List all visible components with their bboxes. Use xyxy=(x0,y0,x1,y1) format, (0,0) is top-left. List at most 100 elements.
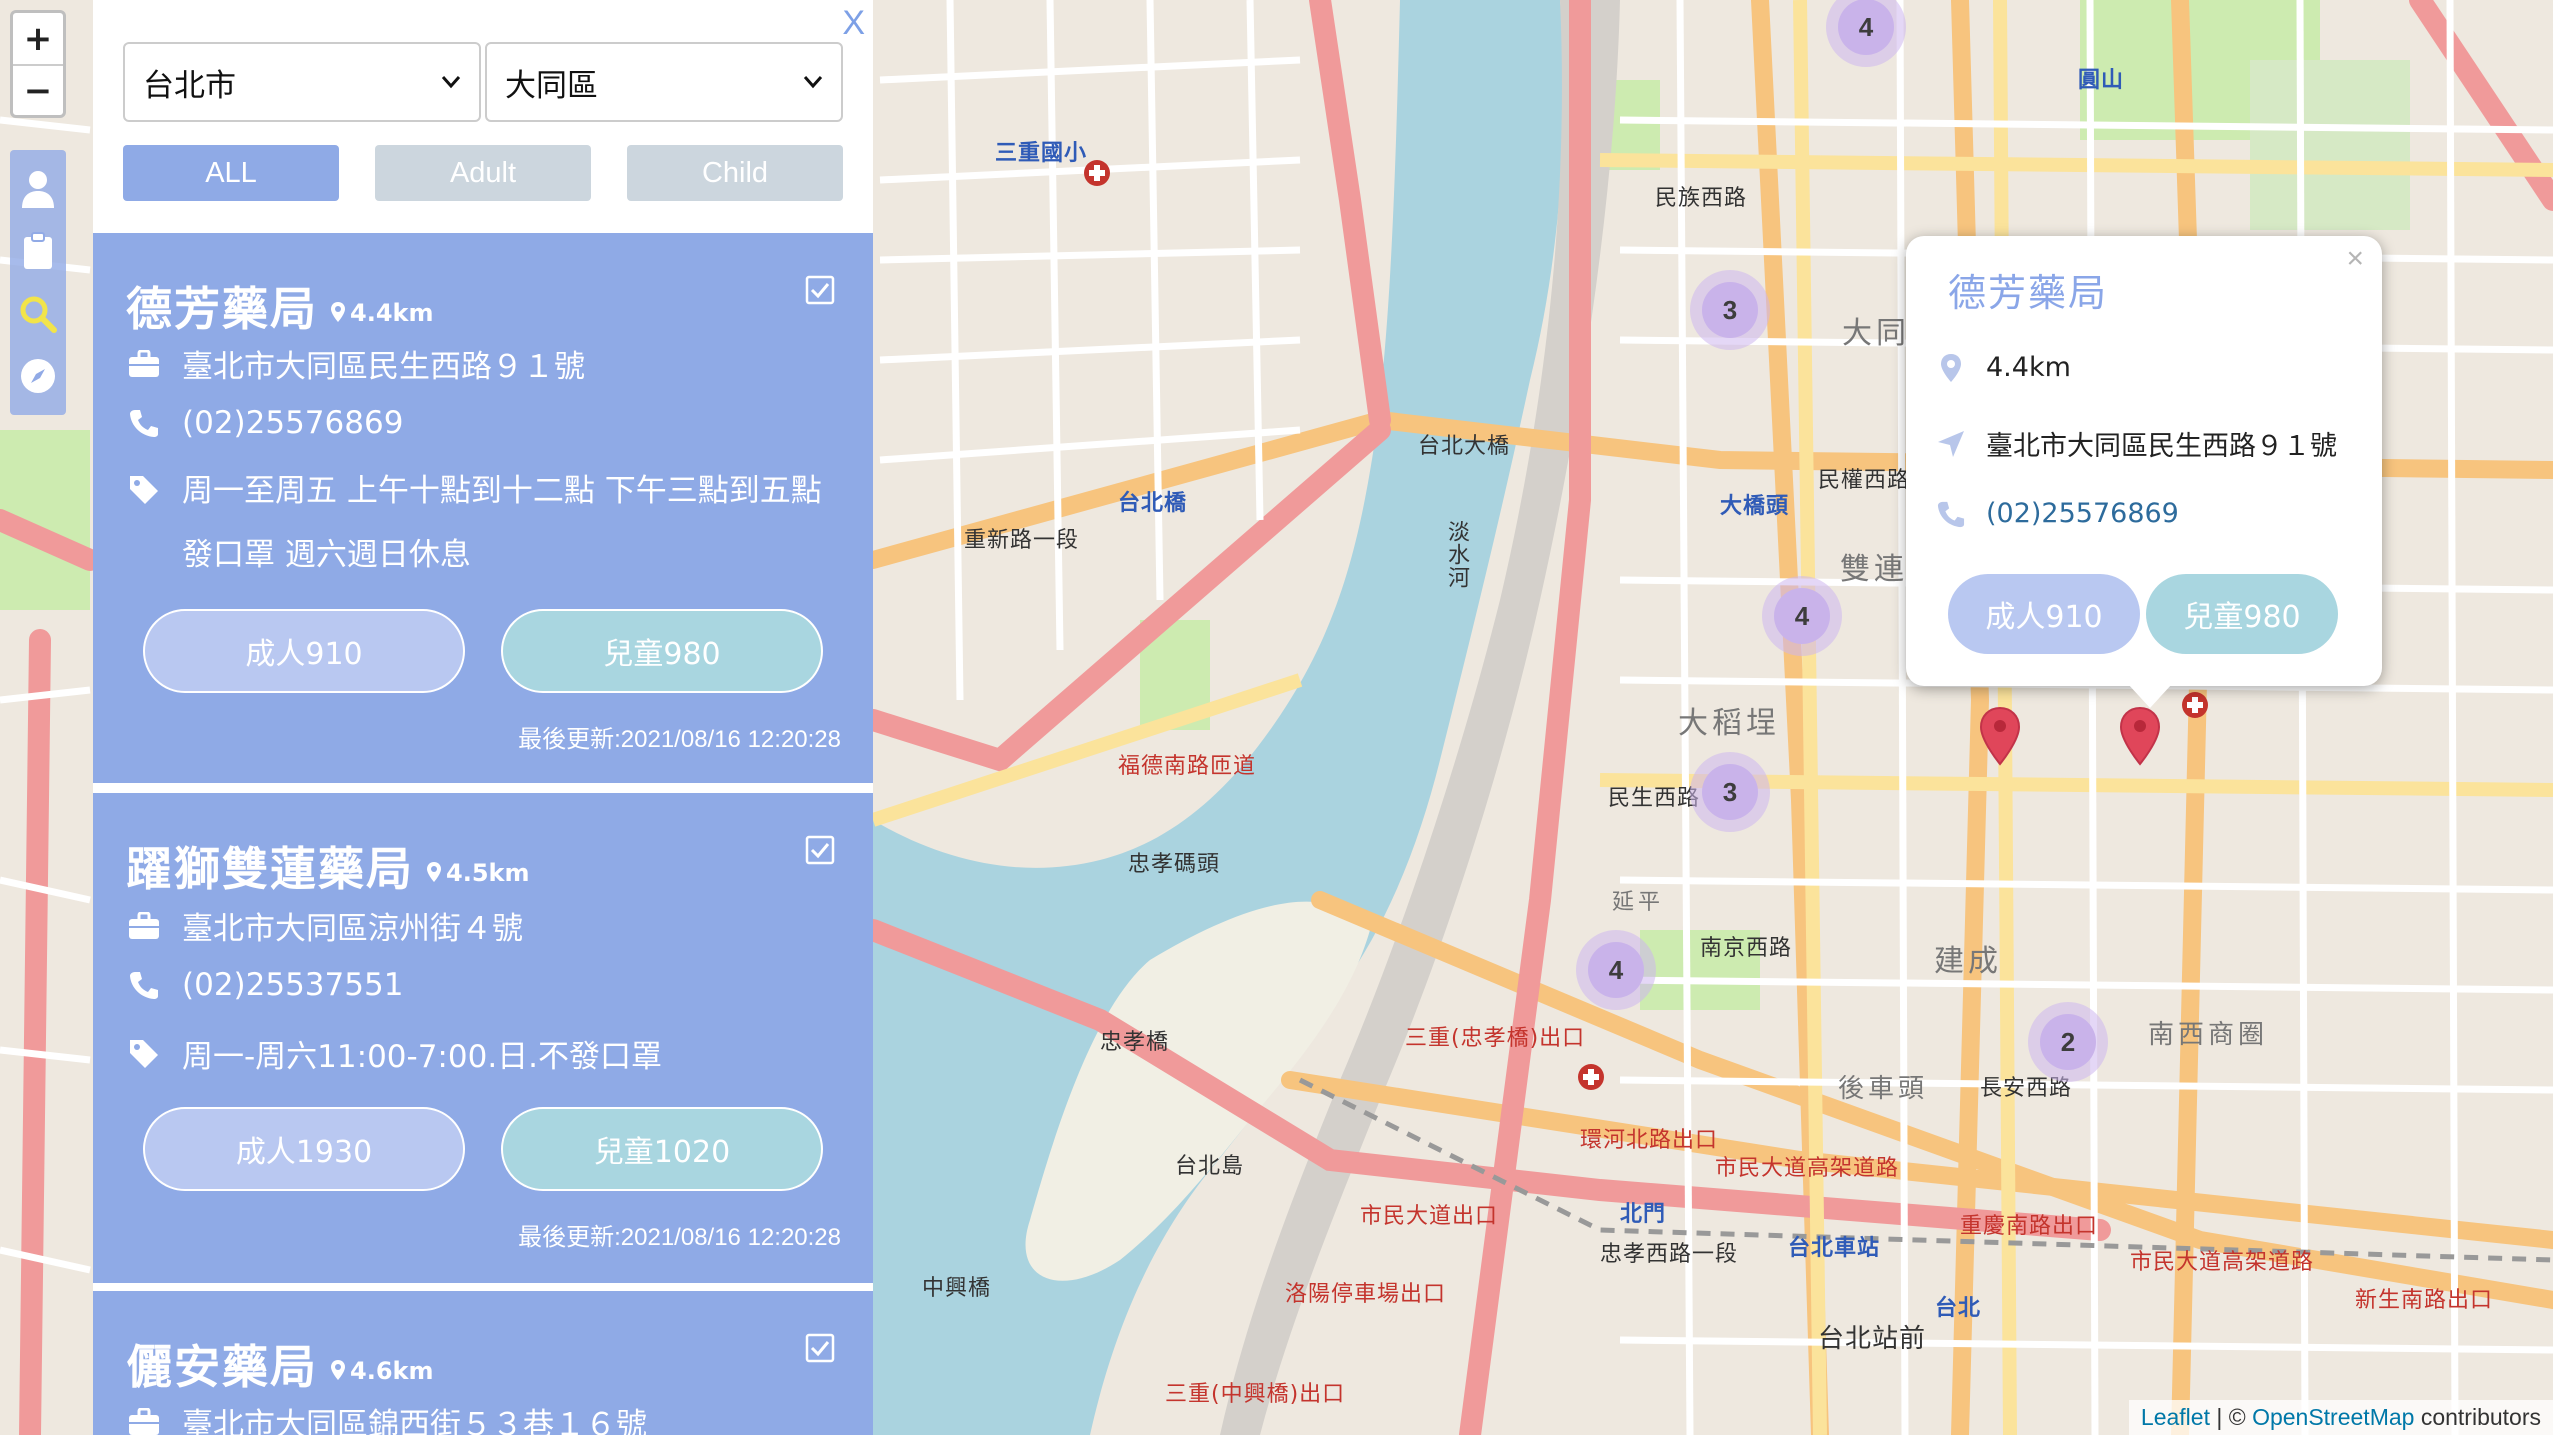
popup-address: 臺北市大同區民生西路９１號 xyxy=(1986,431,2337,462)
note-row: 周一至周五 上午十點到十二點 下午三點到五點發口罩 週六週日休息 xyxy=(126,459,846,587)
briefcase-icon xyxy=(126,909,162,943)
map-marker-icon xyxy=(427,861,441,882)
map-label: 新生南路出口 xyxy=(2355,1288,2494,1313)
cluster-marker[interactable]: 4 xyxy=(1576,930,1656,1010)
briefcase-icon xyxy=(126,347,162,381)
hospital-icon xyxy=(1578,1064,1604,1090)
map-label: 市民大道高架道路 xyxy=(1715,1156,1900,1181)
popup-phone[interactable]: (02)25576869 xyxy=(1986,498,2179,529)
address-row: 臺北市大同區涼州街４號 xyxy=(126,903,523,948)
zoom-in-button[interactable]: + xyxy=(13,13,63,64)
pharmacy-sidebar: X 台北市 大同區 ALL Adult Child 德芳藥局 4.4km 臺北市大… xyxy=(93,0,873,1435)
zoom-control: + − xyxy=(10,10,66,118)
checkbox-icon[interactable] xyxy=(805,1333,835,1363)
checkbox-icon[interactable] xyxy=(805,275,835,305)
checkbox-icon[interactable] xyxy=(805,835,835,865)
distance: 4.5km xyxy=(426,859,529,887)
map-label: 重新路一段 xyxy=(964,528,1080,553)
user-icon[interactable] xyxy=(18,169,58,209)
popup-distance-row: 4.4km xyxy=(1936,352,2071,383)
map-label: 大橋頭 xyxy=(1720,494,1790,519)
address-text: 臺北市大同區民生西路９１號 xyxy=(182,349,585,385)
cluster-marker[interactable]: 2 xyxy=(2028,1002,2108,1082)
map-label: 市民大道出口 xyxy=(1360,1204,1499,1229)
map-label: 三重(中興橋)出口 xyxy=(1165,1382,1346,1407)
map-label: 北門 xyxy=(1620,1202,1667,1227)
cluster-marker[interactable]: 3 xyxy=(1690,270,1770,350)
map-label: 台北 xyxy=(1935,1296,1982,1321)
osm-link[interactable]: OpenStreetMap xyxy=(2252,1404,2414,1430)
popup-tip xyxy=(2128,684,2172,708)
popup-child-count[interactable]: 兒童980 xyxy=(2146,574,2338,654)
map-label: 民權西路 xyxy=(1818,468,1911,493)
pharmacy-name-text: 德芳藥局 xyxy=(126,282,318,336)
cluster-count: 2 xyxy=(2040,1014,2096,1070)
hospital-icon xyxy=(2182,692,2208,718)
popup-adult-count[interactable]: 成人910 xyxy=(1948,574,2140,654)
distance: 4.4km xyxy=(330,299,433,327)
map-label: 福德南路匝道 xyxy=(1118,754,1257,779)
map-label: 忠孝橋 xyxy=(1100,1030,1170,1055)
last-updated: 最後更新:2021/08/16 12:20:28 xyxy=(518,726,841,753)
phone-text: (02)25576869 xyxy=(182,405,404,441)
map-label: 台北車站 xyxy=(1788,1236,1881,1261)
adult-mask-count[interactable]: 成人910 xyxy=(143,609,465,693)
district-select[interactable]: 大同區 xyxy=(485,42,843,122)
map-pin-icon[interactable] xyxy=(2118,706,2162,768)
map-marker-icon xyxy=(331,301,345,322)
map-label: 三重(忠孝橋)出口 xyxy=(1405,1026,1586,1051)
popup-title: 德芳藥局 xyxy=(1948,271,2109,315)
pharmacy-name: 躍獅雙蓮藥局 4.5km xyxy=(126,833,529,899)
map-label: 環河北路出口 xyxy=(1580,1128,1719,1153)
pharmacy-name: 儷安藥局 4.6km xyxy=(126,1331,433,1397)
compass-icon[interactable] xyxy=(18,356,58,396)
city-select-value: 台北市 xyxy=(143,67,236,104)
location-arrow-icon xyxy=(1936,429,1966,459)
phone-row: (02)25537551 xyxy=(126,967,403,1003)
search-icon[interactable] xyxy=(18,294,58,334)
cluster-marker[interactable]: 4 xyxy=(1762,576,1842,656)
address-row: 臺北市大同區錦西街５３巷１６號 xyxy=(126,1399,647,1435)
child-mask-count[interactable]: 兒童1020 xyxy=(501,1107,823,1191)
popup-close-button[interactable]: × xyxy=(2346,242,2364,276)
clipboard-icon[interactable] xyxy=(18,231,58,271)
pharmacy-card[interactable]: 儷安藥局 4.6km 臺北市大同區錦西街５３巷１６號 xyxy=(93,1291,873,1435)
city-select[interactable]: 台北市 xyxy=(123,42,481,122)
distance: 4.6km xyxy=(330,1357,433,1385)
tag-icon xyxy=(126,473,162,507)
map-marker-icon xyxy=(1936,353,1966,383)
phone-icon xyxy=(1936,499,1966,529)
map-label: 後車頭 xyxy=(1838,1074,1929,1104)
map-label: 建成 xyxy=(1934,944,2002,979)
map-pin-icon[interactable] xyxy=(1978,706,2022,768)
map-label: 三重國小 xyxy=(995,141,1088,166)
zoom-out-button[interactable]: − xyxy=(13,64,63,115)
chevron-down-icon xyxy=(803,76,823,89)
filter-child-button[interactable]: Child xyxy=(627,145,843,201)
phone-icon xyxy=(126,406,162,440)
filter-all-button[interactable]: ALL xyxy=(123,145,339,201)
map-marker-icon xyxy=(331,1359,345,1380)
map-label: 忠孝碼頭 xyxy=(1128,852,1221,877)
filter-adult-button[interactable]: Adult xyxy=(375,145,591,201)
pharmacy-name: 德芳藥局 4.4km xyxy=(126,273,433,339)
phone-row: (02)25576869 xyxy=(126,405,403,441)
child-mask-count[interactable]: 兒童980 xyxy=(501,609,823,693)
pharmacy-name-text: 儷安藥局 xyxy=(126,1340,318,1394)
cluster-marker[interactable]: 3 xyxy=(1690,752,1770,832)
popup-phone-row[interactable]: (02)25576869 xyxy=(1936,498,2179,529)
map-label: 雙連 xyxy=(1840,552,1908,587)
adult-mask-count[interactable]: 成人1930 xyxy=(143,1107,465,1191)
map-label: 大同 xyxy=(1842,316,1910,351)
pharmacy-card[interactable]: 躍獅雙蓮藥局 4.5km 臺北市大同區涼州街４號 (02)25537551 周一-… xyxy=(93,793,873,1283)
cluster-count: 4 xyxy=(1588,942,1644,998)
tag-icon xyxy=(126,1037,162,1071)
leaflet-link[interactable]: Leaflet xyxy=(2141,1404,2210,1430)
map-label: 重慶南路出口 xyxy=(1960,1214,2099,1239)
map-label: 台北大橋 xyxy=(1418,434,1511,459)
close-sidebar-button[interactable]: X xyxy=(842,4,865,43)
tool-rail xyxy=(10,150,66,415)
attribution-suffix: contributors xyxy=(2414,1404,2541,1430)
pharmacy-card[interactable]: 德芳藥局 4.4km 臺北市大同區民生西路９１號 (02)25576869 周一至… xyxy=(93,233,873,783)
map-label: 台北站前 xyxy=(1818,1324,1927,1354)
